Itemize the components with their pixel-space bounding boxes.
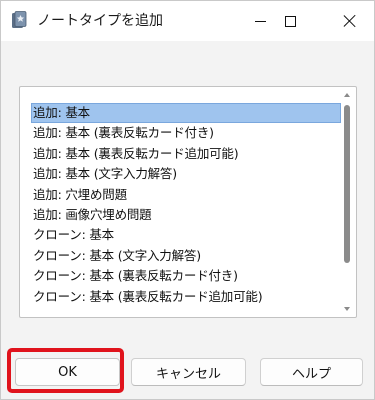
scroll-up-button[interactable] (340, 89, 354, 101)
list-item[interactable]: クローン: 基本 (裏表反転カード追加可能) (31, 287, 341, 307)
arrow-up-icon (344, 93, 350, 97)
close-icon (343, 14, 357, 28)
title-bar[interactable]: ノートタイプを追加 (1, 1, 374, 41)
arrow-down-icon (344, 307, 350, 311)
add-note-type-dialog: ノートタイプを追加 追加: 基本 追加: 基本 (裏表反転カード付き) 追加: 基本… (0, 0, 375, 400)
list-item[interactable]: 追加: 基本 (裏表反転カード追加可能) (31, 144, 341, 164)
help-button[interactable]: ヘルプ (260, 358, 363, 386)
minimize-icon (254, 20, 266, 22)
note-type-items: 追加: 基本 追加: 基本 (裏表反転カード付き) 追加: 基本 (裏表反転カード追… (31, 103, 341, 307)
list-item[interactable]: クローン: 基本 (裏表反転カード付き) (31, 266, 341, 286)
scrollbar-thumb[interactable] (344, 105, 350, 263)
maximize-button[interactable] (267, 1, 313, 41)
list-item[interactable]: 追加: 基本 (裏表反転カード付き) (31, 123, 341, 143)
list-item[interactable]: 追加: 画像穴埋め問題 (31, 205, 341, 225)
list-item-selected[interactable]: 追加: 基本 (31, 103, 341, 124)
list-item[interactable]: 追加: 穴埋め問題 (31, 185, 341, 205)
anki-app-icon (12, 11, 27, 28)
list-item[interactable]: 追加: 基本 (文字入力解答) (31, 164, 341, 184)
cancel-button[interactable]: キャンセル (131, 358, 246, 386)
scroll-down-button[interactable] (340, 303, 354, 315)
list-item[interactable]: クローン: 基本 (文字入力解答) (31, 246, 341, 266)
maximize-icon (284, 15, 296, 27)
list-item[interactable]: クローン: 基本 (31, 225, 341, 245)
window-title: ノートタイプを追加 (37, 13, 163, 29)
close-button[interactable] (327, 1, 373, 41)
vertical-scrollbar[interactable] (340, 89, 354, 315)
note-type-list[interactable]: 追加: 基本 追加: 基本 (裏表反転カード付き) 追加: 基本 (裏表反転カード追… (19, 86, 357, 318)
ok-button[interactable]: OK (15, 358, 120, 386)
